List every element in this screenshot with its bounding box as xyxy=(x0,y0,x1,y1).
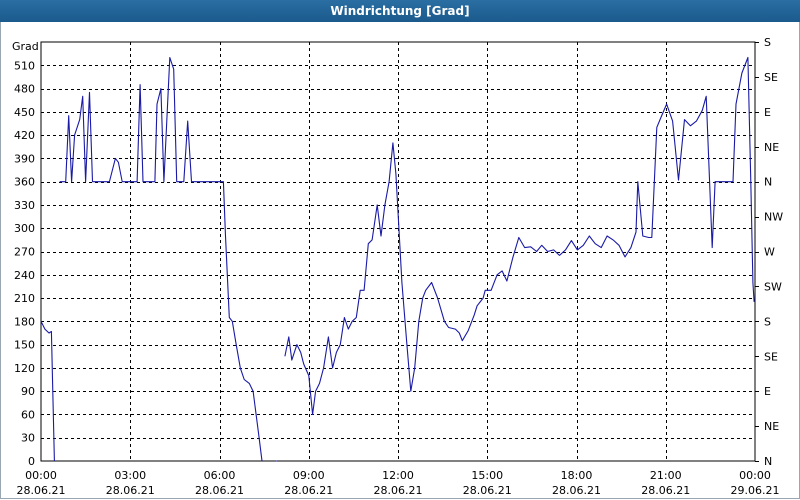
y-tick-label: 210 xyxy=(14,292,35,305)
right-axis-label: NE xyxy=(764,420,779,433)
y-tick-label: 150 xyxy=(14,339,35,352)
x-tick-date: 28.06.21 xyxy=(374,484,423,497)
right-axis-label: S xyxy=(764,315,771,328)
x-tick-date: 28.06.21 xyxy=(463,484,512,497)
y-tick-label: 450 xyxy=(14,106,35,119)
x-tick-date: 28.06.21 xyxy=(284,484,333,497)
y-tick-label: 180 xyxy=(14,315,35,328)
x-tick-date: 28.06.21 xyxy=(17,484,66,497)
x-tick-time: 03:00 xyxy=(114,469,146,482)
y-tick-label: 510 xyxy=(14,59,35,72)
y-tick-label: 270 xyxy=(14,246,35,259)
x-tick-time: 09:00 xyxy=(293,469,325,482)
y-tick-label: 330 xyxy=(14,199,35,212)
wind-direction-line xyxy=(284,56,755,415)
right-axis-label: W xyxy=(764,246,775,259)
x-tick-time: 00:00 xyxy=(25,469,57,482)
y-tick-label: 120 xyxy=(14,362,35,375)
x-tick-time: 15:00 xyxy=(471,469,503,482)
y-tick-label: 300 xyxy=(14,222,35,235)
right-axis-label: SE xyxy=(764,71,778,84)
y-axis-title: Grad xyxy=(12,40,39,53)
x-tick-time: 00:00 xyxy=(739,469,771,482)
y-tick-label: 360 xyxy=(14,176,35,189)
y-tick-label: 30 xyxy=(21,432,35,445)
grid-layer xyxy=(41,42,755,461)
x-tick-time: 12:00 xyxy=(382,469,414,482)
x-tick-time: 18:00 xyxy=(561,469,593,482)
x-tick-date: 28.06.21 xyxy=(552,484,601,497)
right-axis-label: NE xyxy=(764,141,779,154)
y-tick-label: 60 xyxy=(21,408,35,421)
y-tick-label: 240 xyxy=(14,269,35,282)
right-axis-label: S xyxy=(764,36,771,49)
x-tick-time: 21:00 xyxy=(650,469,682,482)
x-tick-date: 28.06.21 xyxy=(106,484,155,497)
y-tick-label: 420 xyxy=(14,129,35,142)
wind-direction-chart: Grad 0 30 60 90 120 150 180 210 240 270 300 330 360 3… xyxy=(12,36,783,497)
x-tick-time: 06:00 xyxy=(204,469,236,482)
right-axis-label: SW xyxy=(764,280,782,293)
series-layer xyxy=(40,56,755,462)
right-axis-label: NW xyxy=(764,211,783,224)
y-tick-label: 390 xyxy=(14,152,35,165)
y-tick-label: 0 xyxy=(28,455,35,468)
wind-direction-line xyxy=(59,56,263,462)
x-tick-date: 28.06.21 xyxy=(641,484,690,497)
right-axis-label: SE xyxy=(764,350,778,363)
right-axis-label: N xyxy=(764,455,772,468)
x-tick-date: 29.06.21 xyxy=(731,484,780,497)
x-tick-date: 28.06.21 xyxy=(195,484,244,497)
y-tick-label: 90 xyxy=(21,385,35,398)
right-axis-label: E xyxy=(764,385,771,398)
right-axis-label: N xyxy=(764,176,772,189)
right-axis-label: E xyxy=(764,106,771,119)
y-tick-label: 480 xyxy=(14,83,35,96)
